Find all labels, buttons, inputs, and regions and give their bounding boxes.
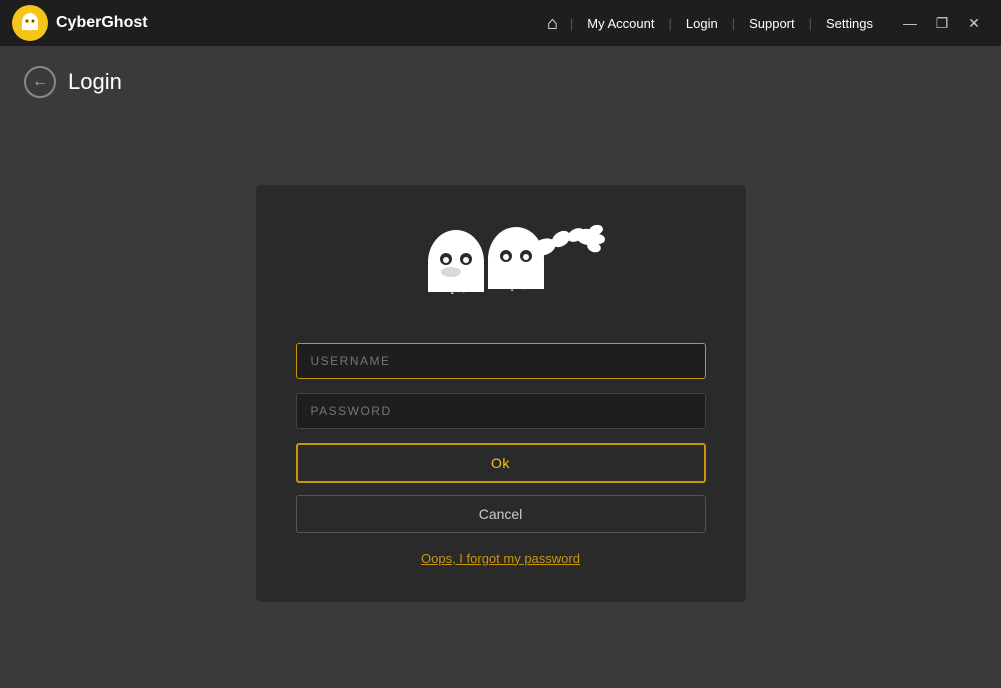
cyberghost-logo-icon	[12, 5, 48, 41]
ghost-illustration	[391, 215, 611, 315]
nav-my-account[interactable]: My Account	[577, 12, 664, 35]
login-card-wrapper: Ok Cancel Oops, I forgot my password	[24, 118, 977, 668]
page-title: Login	[68, 69, 122, 95]
back-button[interactable]: ←	[24, 66, 56, 98]
nav-settings[interactable]: Settings	[816, 12, 883, 35]
forgot-password-link[interactable]: Oops, I forgot my password	[421, 551, 580, 566]
close-button[interactable]: ✕	[959, 8, 989, 38]
minimize-button[interactable]: —	[895, 8, 925, 38]
login-card: Ok Cancel Oops, I forgot my password	[256, 185, 746, 602]
page-content: ← Login	[0, 46, 1001, 688]
window-controls: — ❐ ✕	[895, 8, 989, 38]
nav-items: ⌂ | My Account | Login | Support | Setti…	[539, 9, 883, 38]
username-input[interactable]	[296, 343, 706, 379]
nav-support[interactable]: Support	[739, 12, 805, 35]
logo-area: CyberGhost	[12, 5, 148, 41]
password-input[interactable]	[296, 393, 706, 429]
titlebar: CyberGhost ⌂ | My Account | Login | Supp…	[0, 0, 1001, 46]
back-icon: ←	[32, 73, 48, 91]
logo-text: CyberGhost	[56, 14, 148, 32]
restore-button[interactable]: ❐	[927, 8, 957, 38]
back-row: ← Login	[24, 66, 977, 98]
ok-button[interactable]: Ok	[296, 443, 706, 483]
nav-login[interactable]: Login	[676, 12, 728, 35]
cancel-button[interactable]: Cancel	[296, 495, 706, 533]
home-nav-icon[interactable]: ⌂	[539, 9, 566, 38]
